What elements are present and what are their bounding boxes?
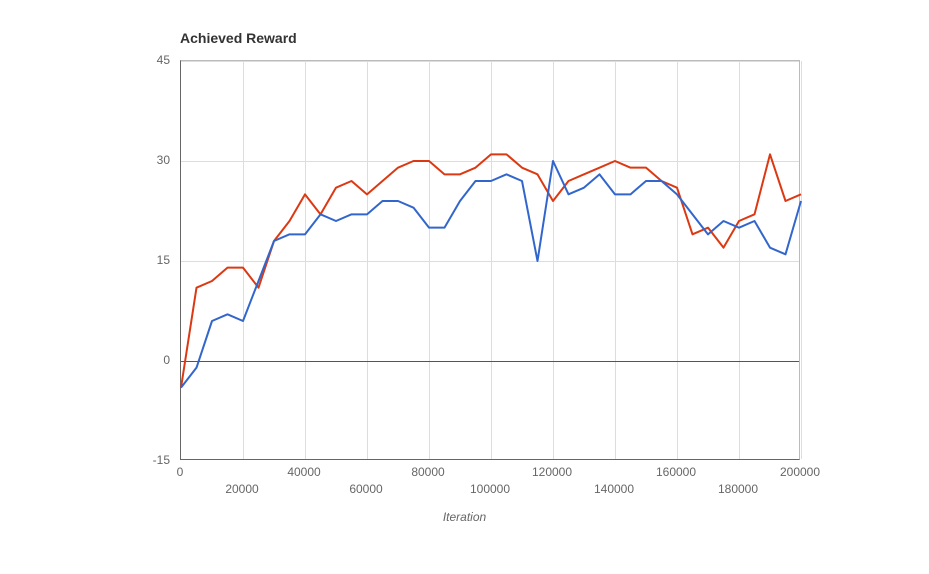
y-tick: 30 (140, 153, 170, 167)
y-tick: -15 (140, 453, 170, 467)
x-tick: 60000 (349, 482, 382, 496)
x-tick: 0 (177, 465, 184, 479)
x-tick: 120000 (532, 465, 572, 479)
x-tick: 100000 (470, 482, 510, 496)
x-tick: 20000 (225, 482, 258, 496)
x-tick: 200000 (780, 465, 820, 479)
chart-lines (181, 61, 801, 461)
x-axis-label: Iteration (0, 510, 929, 524)
x-tick: 140000 (594, 482, 634, 496)
y-tick: 0 (140, 353, 170, 367)
plot-area (180, 60, 800, 460)
chart-title: Achieved Reward (180, 30, 297, 46)
x-tick: 180000 (718, 482, 758, 496)
gridline-v (801, 61, 802, 459)
series-red-line (181, 154, 801, 387)
x-tick: 40000 (287, 465, 320, 479)
x-tick: 80000 (411, 465, 444, 479)
y-tick: 15 (140, 253, 170, 267)
y-tick: 45 (140, 53, 170, 67)
x-tick: 160000 (656, 465, 696, 479)
series-blue-line (181, 161, 801, 388)
chart-container: Achieved Reward 0 20000 40000 60000 80000 100… (0, 0, 929, 574)
